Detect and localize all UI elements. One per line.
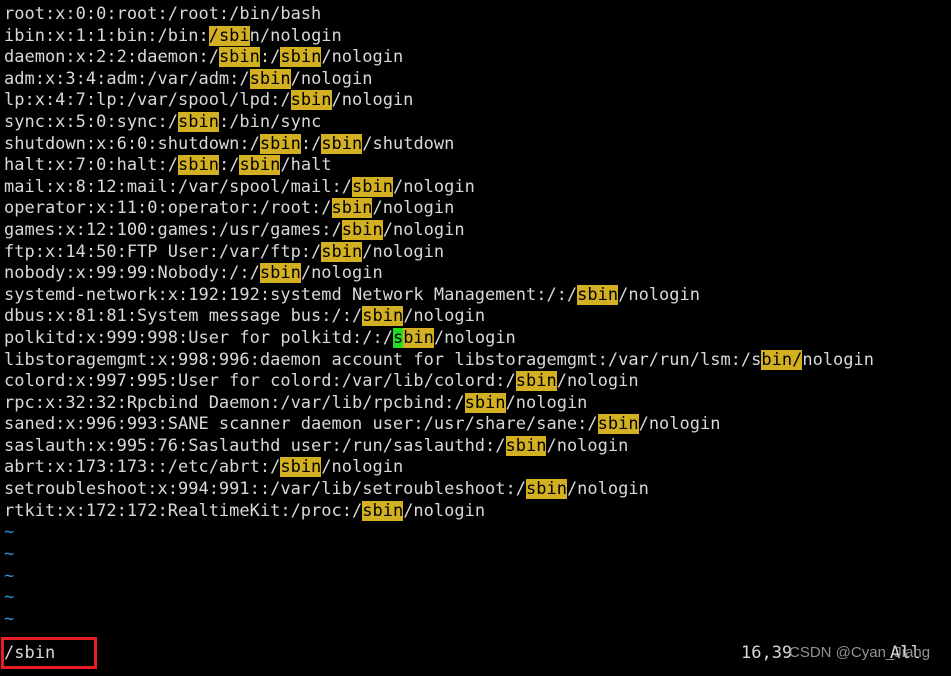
vim-command-line[interactable]: /sbin <box>4 641 55 665</box>
search-match: sbin <box>249 68 291 89</box>
terminal-line: systemd-network:x:192:192:systemd Networ… <box>4 284 700 305</box>
search-match: sbin <box>218 47 260 68</box>
search-match: sbin <box>259 133 301 154</box>
search-match: sbin <box>290 90 332 111</box>
search-match: sbin <box>341 219 383 240</box>
csdn-watermark: CSDN @Cyan_Jiang <box>789 644 931 661</box>
search-match: sbin <box>321 133 363 154</box>
terminal-line: games:x:12:100:games:/usr/games:/sbin/no… <box>4 219 465 240</box>
terminal-line: operator:x:11:0:operator:/root:/sbin/nol… <box>4 198 455 219</box>
search-match: sbin <box>280 457 322 478</box>
search-match: /sbi <box>208 25 250 46</box>
empty-line-marker: ~ <box>4 522 15 543</box>
search-cursor-char: s <box>392 327 404 348</box>
vim-ruler-position: 16,39 <box>741 643 793 663</box>
search-match: sbin <box>178 155 219 176</box>
terminal-line: adm:x:3:4:adm:/var/adm:/sbin/nologin <box>4 68 373 89</box>
search-match: sbin <box>321 241 363 262</box>
search-match: sbin <box>259 263 301 284</box>
search-match: sbin <box>280 47 322 68</box>
terminal-line: ftp:x:14:50:FTP User:/var/ftp:/sbin/nolo… <box>4 241 445 262</box>
empty-line-marker: ~ <box>4 565 15 586</box>
search-match: sbin <box>505 435 547 456</box>
search-match: sbin <box>239 155 281 176</box>
search-match: bin <box>403 327 434 348</box>
terminal-line: root:x:0:0:root:/root:/bin/bash <box>4 4 322 24</box>
terminal-line: mail:x:8:12:mail:/var/spool/mail:/sbin/n… <box>4 176 475 197</box>
terminal-line: lp:x:4:7:lp:/var/spool/lpd:/sbin/nologin <box>4 90 414 111</box>
terminal-line: dbus:x:81:81:System message bus:/:/sbin/… <box>4 306 486 327</box>
terminal-line: libstoragemgmt:x:998:996:daemon account … <box>4 349 874 370</box>
search-match: sbin <box>352 176 393 197</box>
terminal-line: saned:x:996:993:SANE scanner daemon user… <box>4 414 721 435</box>
empty-line-marker: ~ <box>4 608 15 629</box>
terminal-line: sync:x:5:0:sync:/sbin:/bin/sync <box>4 111 322 132</box>
terminal-line: nobody:x:99:99:Nobody:/:/sbin/nologin <box>4 263 383 284</box>
search-match: bin/ <box>761 349 803 370</box>
terminal-line: shutdown:x:6:0:shutdown:/sbin:/sbin/shut… <box>4 133 455 154</box>
terminal-line: polkitd:x:999:998:User for polkitd:/:/sb… <box>4 327 516 348</box>
terminal-screen[interactable]: root:x:0:0:root:/root:/bin/bash ibin:x:1:… <box>0 0 951 676</box>
search-match: sbin <box>362 500 404 521</box>
vim-text-buffer[interactable]: root:x:0:0:root:/root:/bin/bash ibin:x:1:… <box>4 4 951 522</box>
terminal-line: ibin:x:1:1:bin:/bin:/sbin/nologin <box>4 25 342 46</box>
terminal-line: daemon:x:2:2:daemon:/sbin:/sbin/nologin <box>4 47 404 68</box>
search-match: sbin <box>362 306 404 327</box>
search-match: sbin <box>525 479 567 500</box>
terminal-line: colord:x:997:995:User for colord:/var/li… <box>4 371 639 392</box>
terminal-line: setroubleshoot:x:994:991::/var/lib/setro… <box>4 479 649 500</box>
search-match: sbin <box>464 392 506 413</box>
terminal-line: abrt:x:173:173::/etc/abrt:/sbin/nologin <box>4 457 404 478</box>
search-match: sbin <box>515 371 557 392</box>
terminal-line: saslauth:x:995:76:Saslauthd user:/run/sa… <box>4 435 629 456</box>
search-match: sbin <box>597 414 639 435</box>
empty-line-marker: ~ <box>4 543 15 564</box>
search-match: sbin <box>577 284 619 305</box>
terminal-line: rtkit:x:172:172:RealtimeKit:/proc:/sbin/… <box>4 500 486 521</box>
search-match: sbin <box>178 111 219 132</box>
empty-line-marker: ~ <box>4 587 15 608</box>
terminal-line: halt:x:7:0:halt:/sbin:/sbin/halt <box>4 155 332 176</box>
terminal-line: rpc:x:32:32:Rpcbind Daemon:/var/lib/rpcb… <box>4 392 588 413</box>
vim-empty-line-markers: ~ ~ ~ ~ ~ <box>4 522 14 630</box>
search-match: sbin <box>331 198 373 219</box>
